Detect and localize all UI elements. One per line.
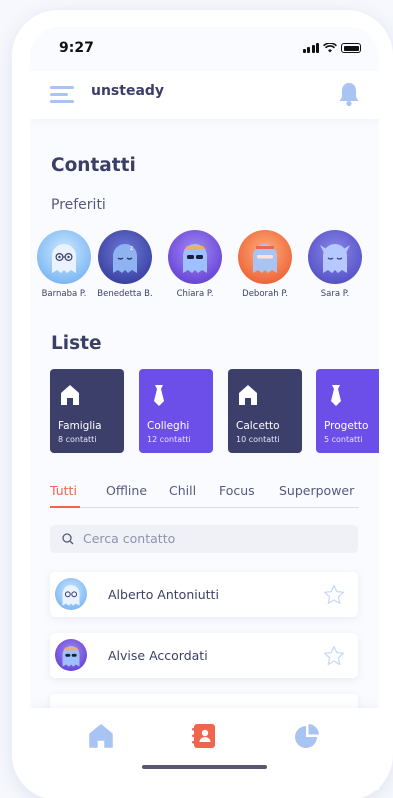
- avatar: [55, 578, 87, 610]
- home-icon[interactable]: [87, 722, 115, 750]
- pie-chart-icon[interactable]: [293, 722, 321, 750]
- list-label: Progetto: [324, 420, 369, 432]
- list-count: 12 contatti: [147, 435, 191, 444]
- hamburger-menu-icon[interactable]: [50, 86, 74, 104]
- avatar: [55, 639, 87, 671]
- list-count: 5 contatti: [324, 435, 363, 444]
- favorite-contact[interactable]: Deborah P.: [232, 230, 298, 299]
- avatar: [308, 230, 362, 284]
- search-bar[interactable]: [50, 525, 358, 553]
- search-icon: [62, 533, 74, 545]
- favorites-title: Preferiti: [51, 197, 106, 213]
- favorite-contact[interactable]: z Benedetta B.: [92, 230, 158, 299]
- avatar: [37, 230, 91, 284]
- home-indicator: [142, 765, 267, 769]
- contacts-book-icon[interactable]: [190, 722, 218, 750]
- list-count: 8 contatti: [58, 435, 97, 444]
- battery-icon: [341, 43, 361, 53]
- favorite-name: Chiara P.: [176, 289, 214, 299]
- list-card-progetto[interactable]: Progetto 5 contatti: [316, 369, 379, 453]
- favorite-contact[interactable]: Barnaba P.: [31, 230, 97, 299]
- lists-title: Liste: [51, 333, 102, 354]
- tab-tutti[interactable]: Tutti: [50, 483, 77, 498]
- status-bar: 9:27: [30, 27, 379, 67]
- app-screen: 9:27 unsteady Contatti Preferiti Barnaba…: [30, 27, 379, 790]
- search-input[interactable]: [83, 531, 343, 546]
- list-card-calcetto[interactable]: Calcetto 10 contatti: [228, 369, 302, 453]
- list-label: Calcetto: [236, 420, 280, 432]
- favorite-name: Deborah P.: [242, 289, 288, 299]
- list-count: 10 contatti: [236, 435, 280, 444]
- active-tab-indicator: [50, 506, 80, 508]
- home-icon: [61, 385, 79, 405]
- bottom-navigation: [30, 708, 379, 790]
- star-icon[interactable]: [322, 583, 346, 607]
- list-label: Colleghi: [147, 420, 190, 432]
- status-icons: [302, 43, 361, 53]
- tab-superpower[interactable]: Superpower: [279, 483, 354, 498]
- page-title: Contatti: [51, 155, 136, 176]
- favorite-name: Sara P.: [320, 289, 350, 299]
- favorite-contact[interactable]: Sara P.: [302, 230, 368, 299]
- tab-offline[interactable]: Offline: [106, 483, 147, 498]
- list-label: Famiglia: [58, 420, 102, 432]
- wifi-icon: [323, 43, 337, 53]
- app-bar: unsteady: [30, 71, 379, 119]
- tie-icon: [154, 385, 164, 406]
- app-title: unsteady: [91, 83, 165, 99]
- svg-text:z: z: [130, 245, 133, 252]
- avatar: [168, 230, 222, 284]
- contact-name: Alvise Accordati: [108, 648, 208, 663]
- home-icon: [239, 385, 257, 405]
- tie-icon: [331, 385, 341, 406]
- bell-icon[interactable]: [338, 81, 360, 107]
- list-card-famiglia[interactable]: Famiglia 8 contatti: [50, 369, 124, 453]
- favorite-name: Barnaba P.: [41, 289, 87, 299]
- avatar: [238, 230, 292, 284]
- contact-name: Alberto Antoniutti: [108, 587, 219, 602]
- avatar: z: [98, 230, 152, 284]
- contact-row[interactable]: Alvise Accordati: [50, 633, 358, 678]
- tab-focus[interactable]: Focus: [219, 483, 255, 498]
- tab-chill[interactable]: Chill: [169, 483, 196, 498]
- status-time: 9:27: [59, 40, 94, 56]
- signal-icon: [302, 43, 319, 53]
- filter-tabs: Tutti Offline Chill Focus Superpower: [50, 483, 359, 508]
- favorite-name: Benedetta B.: [97, 289, 153, 299]
- list-card-colleghi[interactable]: Colleghi 12 contatti: [139, 369, 213, 453]
- contact-row[interactable]: Alberto Antoniutti: [50, 572, 358, 617]
- favorite-contact[interactable]: Chiara P.: [162, 230, 228, 299]
- star-icon[interactable]: [322, 644, 346, 668]
